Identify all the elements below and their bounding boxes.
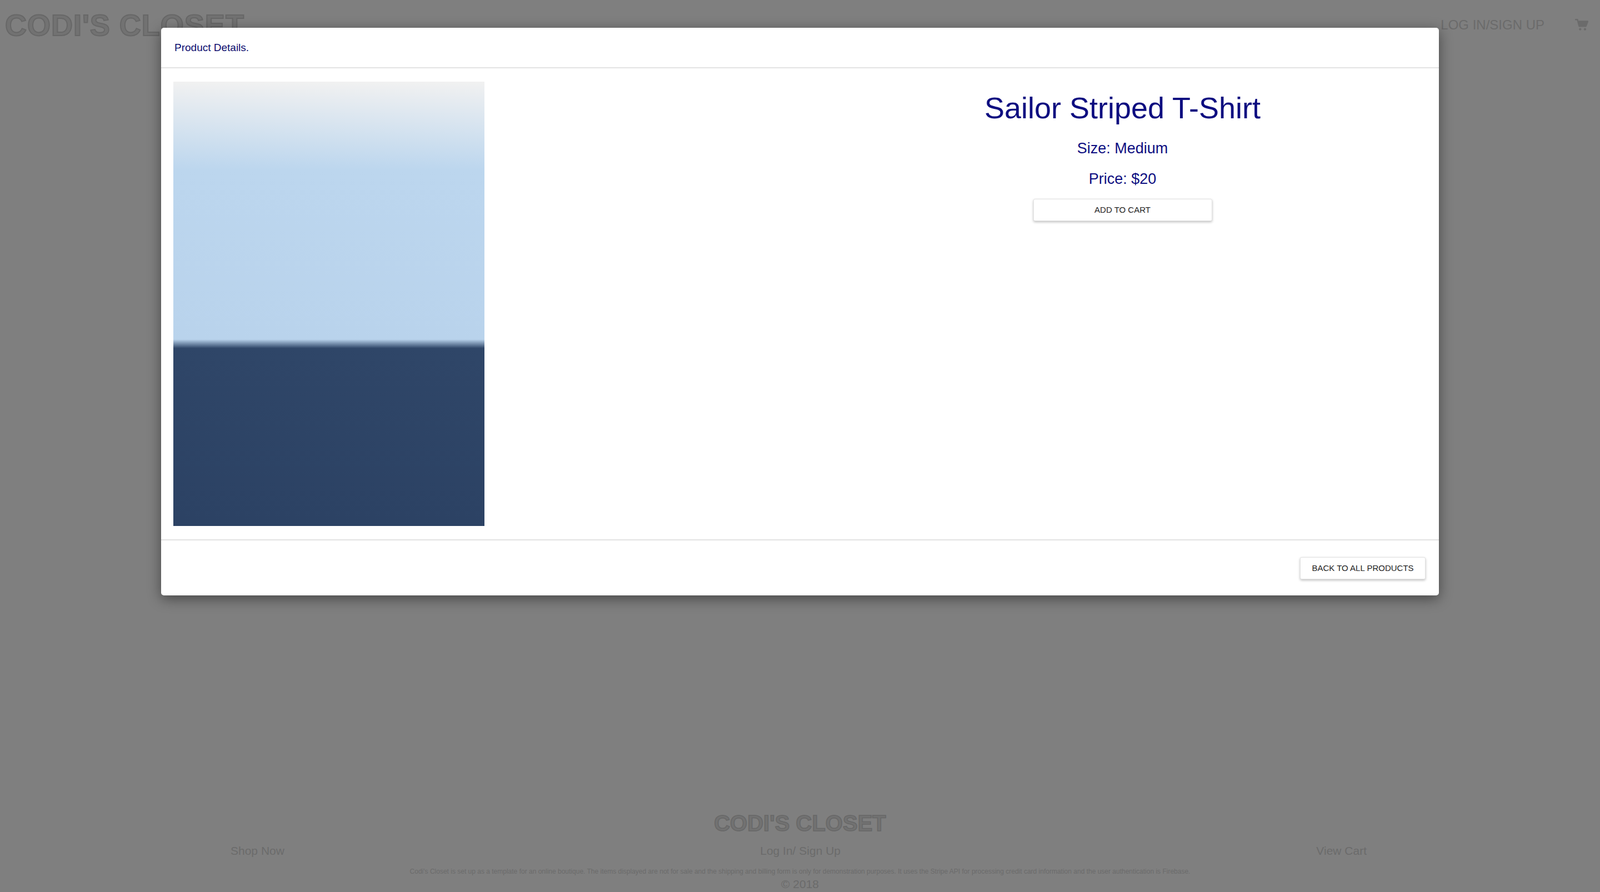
modal-footer: BACK TO ALL PRODUCTS [161, 539, 1439, 596]
image-column [173, 81, 807, 527]
product-name: Sailor Striped T-Shirt [984, 88, 1261, 128]
product-photo [173, 81, 485, 527]
modal-header: Product Details. [161, 27, 1439, 69]
product-info: Sailor Striped T-Shirt Size: Medium Price:… [806, 81, 1439, 527]
back-button[interactable]: BACK TO ALL PRODUCTS [1300, 557, 1426, 580]
modal-title: Product Details. [174, 41, 249, 54]
add-to-cart-button[interactable]: ADD TO CART [1033, 198, 1213, 222]
product-price: Price: $20 [1088, 170, 1157, 188]
modal-body: Sailor Striped T-Shirt Size: Medium Price:… [161, 68, 1439, 540]
modal-backdrop[interactable]: Product Details. Sailor Striped T-Shirt Si… [0, 0, 1600, 892]
product-modal: Product Details. Sailor Striped T-Shirt Si… [161, 27, 1439, 596]
page: CODI'S CLOSETLOG IN/SIGN UPCODI'S CLOSET… [0, 0, 1600, 892]
product-size: Size: Medium [1077, 139, 1169, 158]
